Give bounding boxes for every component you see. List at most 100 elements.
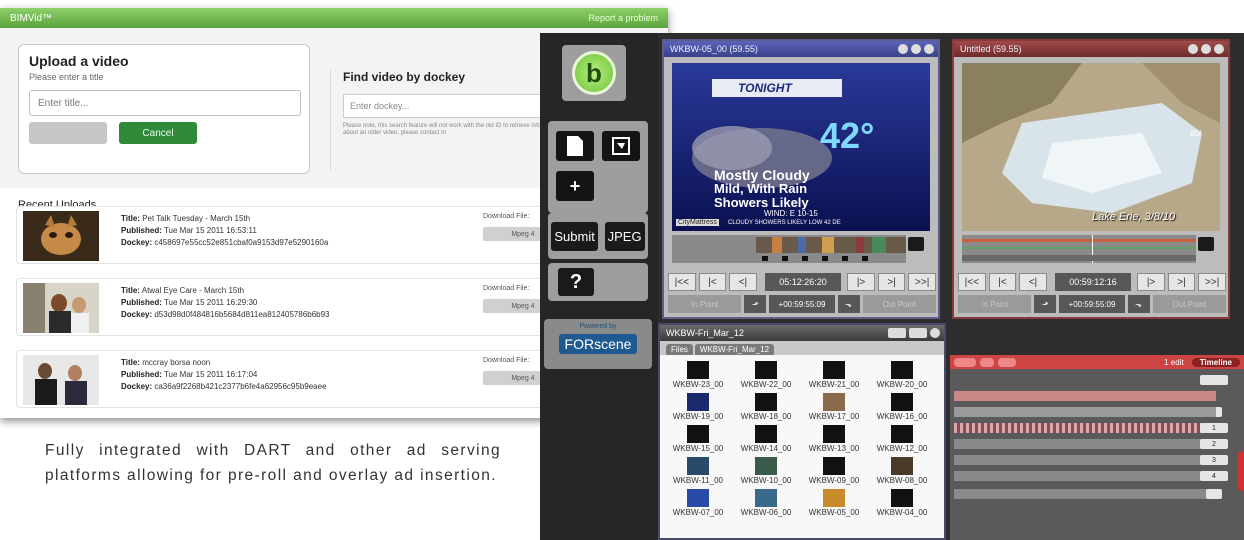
track-number: 2 (1212, 440, 1216, 448)
ticker: CLOUDY SHOWERS LIKELY LOW 42 DE (728, 220, 841, 226)
clip-item[interactable]: WKBW-16_00 (868, 393, 936, 421)
title-label: Title: (121, 286, 140, 295)
jpeg-button[interactable]: JPEG (604, 221, 645, 251)
screen-toggle-icon[interactable] (1198, 237, 1214, 251)
dockey-input[interactable]: Enter dockey... (343, 94, 573, 118)
report-problem-link[interactable]: Report a problem (588, 13, 658, 23)
audio-track-4-icon[interactable]: 4 (1200, 471, 1228, 481)
step-forward-icon[interactable]: |> (1137, 273, 1165, 291)
clip-item[interactable]: WKBW-12_00 (868, 425, 936, 453)
powered-by-badge[interactable]: Powered by FORscene (544, 319, 652, 369)
video-thumbnail (23, 355, 99, 405)
close-icon[interactable] (924, 44, 934, 54)
audio-track-main[interactable] (954, 423, 1216, 433)
audio-track[interactable] (954, 471, 1216, 481)
previous-edit-icon[interactable]: |< (698, 273, 727, 291)
mark-out-icon[interactable]: ⬎ (1127, 295, 1150, 313)
clip-item[interactable]: WKBW-19_00 (664, 393, 732, 421)
out-point-button[interactable]: Out Point (862, 295, 936, 313)
clip-item[interactable]: WKBW-04_00 (868, 489, 936, 517)
video-screen[interactable]: TONIGHT 42° Mostly Cloudy Mild, With Rai… (672, 63, 930, 231)
submit-button[interactable]: Submit (551, 221, 598, 251)
logo-tile[interactable]: b (562, 45, 626, 101)
audio-track-3-icon[interactable]: 3 (1200, 455, 1228, 465)
go-to-end-icon[interactable]: >>| (908, 273, 936, 291)
mark-in-icon[interactable]: ⬏ (1034, 295, 1057, 313)
upload-meta: Title: Atwal Eye Care - March 15th Publi… (121, 285, 330, 321)
video-track[interactable] (954, 391, 1216, 401)
clip-name: WKBW-09_00 (808, 476, 860, 485)
window-control-icon[interactable] (911, 44, 921, 54)
subtitle-icon[interactable] (1206, 489, 1222, 499)
tab-files[interactable]: Files (666, 344, 693, 355)
window-control-icon[interactable] (898, 44, 908, 54)
video-screen[interactable]: Lake Erie, 3/8/10 80/ (962, 63, 1220, 231)
subtitle-track[interactable] (954, 489, 1216, 499)
window-control-icon[interactable] (1201, 44, 1211, 54)
audio-track[interactable] (954, 455, 1216, 465)
lock-icon[interactable] (980, 357, 994, 367)
cancel-button[interactable]: Cancel (119, 122, 197, 144)
in-point-button[interactable]: In Point (958, 295, 1032, 313)
clip-item[interactable]: WKBW-14_00 (732, 425, 800, 453)
edit-count: 1 edit (1164, 357, 1184, 367)
clip-item[interactable]: WKBW-10_00 (732, 457, 800, 485)
next-edit-icon[interactable]: >| (877, 273, 906, 291)
close-icon[interactable] (1214, 44, 1224, 54)
clip-item[interactable]: WKBW-08_00 (868, 457, 936, 485)
clip-item[interactable]: WKBW-18_00 (732, 393, 800, 421)
in-point-button[interactable]: In Point (668, 295, 742, 313)
scrub-strip[interactable] (672, 235, 906, 263)
tool-sidebar: b + Submit JPEG ? Powered by FORscene (540, 33, 658, 540)
clip-item[interactable]: WKBW-11_00 (664, 457, 732, 485)
mark-out-icon[interactable]: ⬎ (837, 295, 860, 313)
clip-name: WKBW-07_00 (672, 508, 724, 517)
clip-item[interactable]: WKBW-17_00 (800, 393, 868, 421)
add-icon[interactable]: + (556, 171, 594, 201)
film-track-icon[interactable] (1200, 375, 1228, 385)
new-document-icon[interactable] (556, 131, 594, 161)
clip-item[interactable]: WKBW-20_00 (868, 361, 936, 389)
timeline-scroll-handle[interactable] (1238, 451, 1244, 491)
timeline-tool-icon[interactable] (954, 357, 976, 367)
previous-edit-icon[interactable]: |< (988, 273, 1017, 291)
paste-icon[interactable] (602, 131, 640, 161)
step-back-icon[interactable]: <| (729, 273, 757, 291)
audio-track[interactable] (954, 439, 1216, 449)
upload-button[interactable] (29, 122, 107, 144)
audio-track-2-icon[interactable]: 2 (1200, 439, 1228, 449)
clip-item[interactable]: WKBW-07_00 (664, 489, 732, 517)
screen-toggle-icon[interactable] (908, 237, 924, 251)
clip-item[interactable]: WKBW-15_00 (664, 425, 732, 453)
clip-item[interactable]: WKBW-22_00 (732, 361, 800, 389)
clip-item[interactable]: WKBW-06_00 (732, 489, 800, 517)
step-forward-icon[interactable]: |> (847, 273, 875, 291)
clip-item[interactable]: WKBW-21_00 (800, 361, 868, 389)
video-track[interactable] (954, 407, 1216, 417)
mark-in-icon[interactable]: ⬏ (744, 295, 767, 313)
list-view-icon[interactable] (888, 328, 906, 338)
go-to-end-icon[interactable]: >>| (1198, 273, 1226, 291)
audio-track-1-icon[interactable]: 1 (1200, 423, 1228, 433)
close-icon[interactable] (930, 328, 940, 338)
next-edit-icon[interactable]: >| (1167, 273, 1196, 291)
in-out-controls: In Point ⬏ +00:59:55:09 ⬎ Out Point (668, 295, 936, 313)
go-to-start-icon[interactable]: |<< (668, 273, 696, 291)
title-input[interactable]: Enter title... (29, 90, 301, 116)
clip-item[interactable]: WKBW-23_00 (664, 361, 732, 389)
out-point-button[interactable]: Out Point (1152, 295, 1226, 313)
sort-icon[interactable] (909, 328, 927, 338)
b-logo-icon: b (572, 51, 616, 95)
tab-folder[interactable]: WKBW-Fri_Mar_12 (694, 344, 775, 355)
help-button[interactable]: ? (558, 268, 594, 296)
clip-item[interactable]: WKBW-05_00 (800, 489, 868, 517)
timeline-button[interactable]: Timeline (1191, 357, 1240, 367)
clip-item[interactable]: WKBW-09_00 (800, 457, 868, 485)
zoom-icon[interactable] (998, 357, 1016, 367)
go-to-start-icon[interactable]: |<< (958, 273, 986, 291)
window-control-icon[interactable] (1188, 44, 1198, 54)
clip-item[interactable]: WKBW-13_00 (800, 425, 868, 453)
scrub-strip[interactable] (962, 235, 1196, 263)
track-number: 1 (1212, 424, 1216, 432)
step-back-icon[interactable]: <| (1019, 273, 1047, 291)
